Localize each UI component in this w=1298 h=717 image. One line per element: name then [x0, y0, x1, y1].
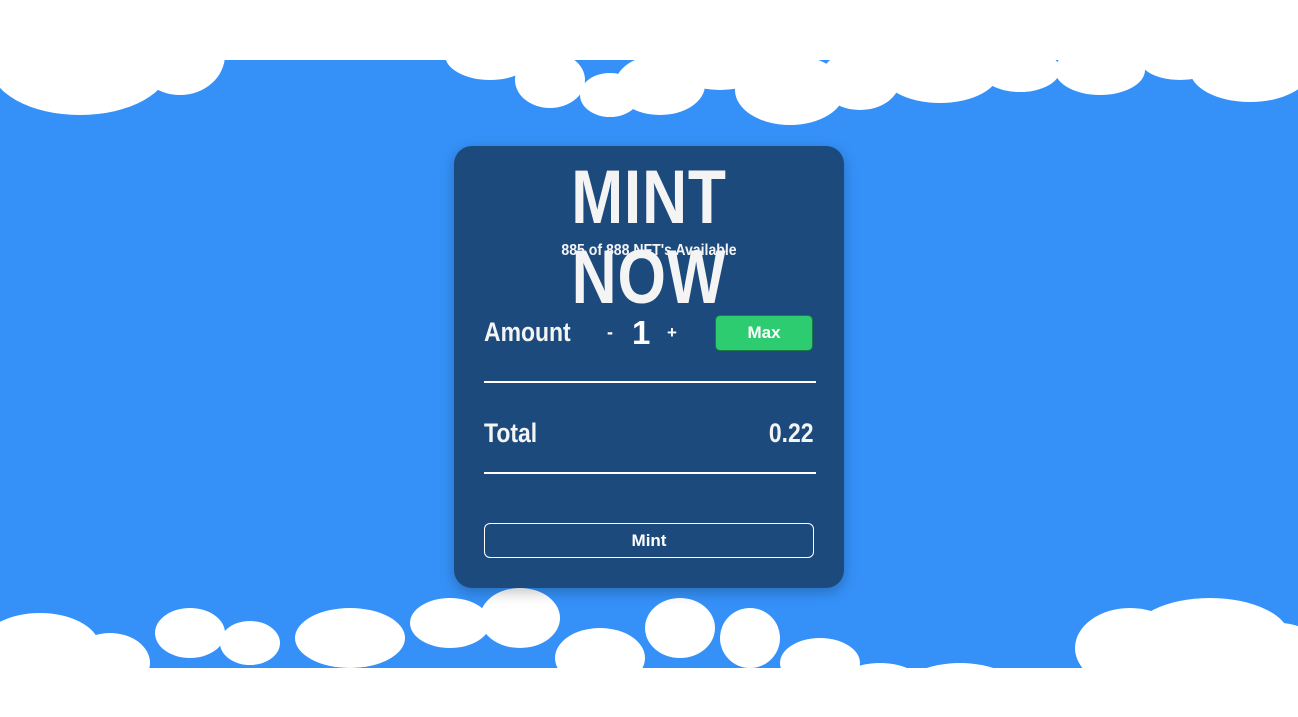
- total-label: Total: [484, 418, 538, 448]
- mint-title: MINT NOW: [571, 155, 727, 320]
- amount-label: Amount: [484, 317, 571, 347]
- decrement-button[interactable]: -: [603, 321, 617, 343]
- increment-button[interactable]: +: [665, 322, 679, 344]
- divider: [484, 472, 816, 474]
- clouds-bottom-decoration: [0, 588, 1298, 717]
- max-button[interactable]: Max: [715, 315, 813, 351]
- total-value: 0.22: [769, 418, 814, 448]
- divider: [484, 381, 816, 383]
- availability-text: 885 of 888 NFT's Available: [561, 242, 737, 259]
- mint-card: MINT NOW 885 of 888 NFT's Available Amou…: [454, 146, 844, 588]
- quantity-value: 1: [632, 314, 651, 351]
- mint-button[interactable]: Mint: [484, 523, 814, 558]
- clouds-top-decoration: [0, 0, 1298, 125]
